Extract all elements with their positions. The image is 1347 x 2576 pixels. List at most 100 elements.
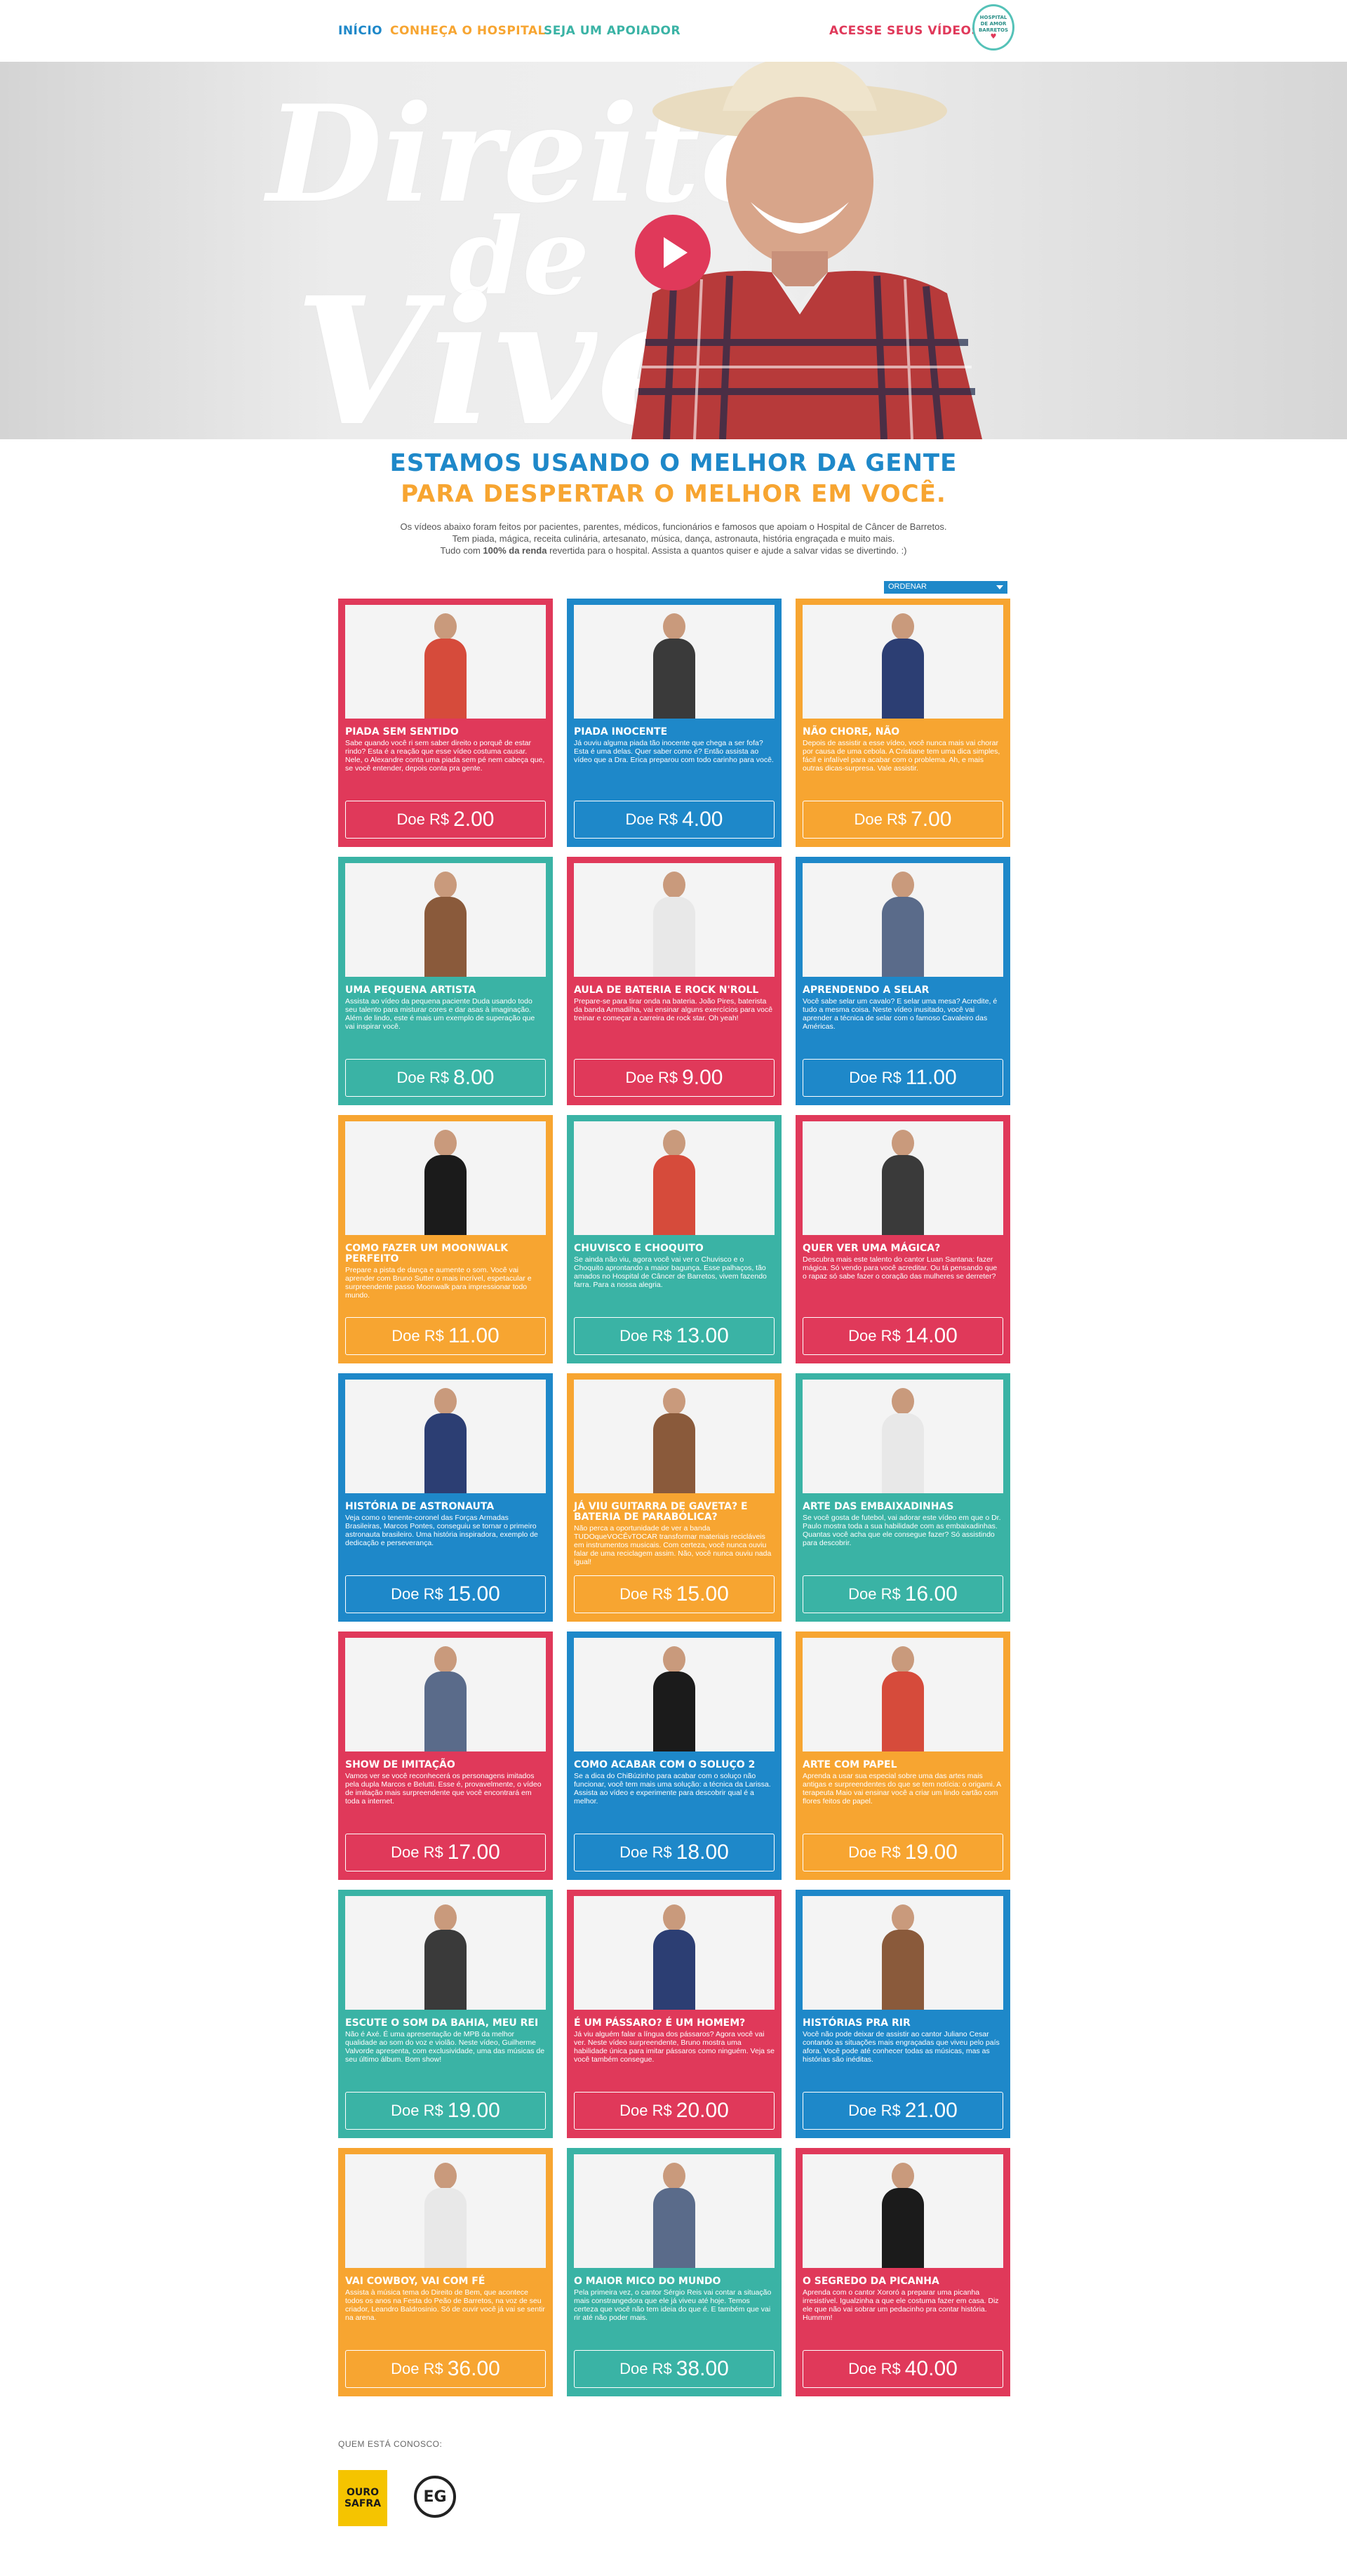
sort-dropdown[interactable]: ORDENAR — [884, 581, 1007, 594]
video-card[interactable]: QUER VER UMA MÁGICA? Descubra mais este t… — [796, 1115, 1010, 1363]
video-thumbnail[interactable] — [574, 1638, 775, 1751]
video-card-description: Aprenda com o cantor Xororó a preparar u… — [803, 2288, 999, 2322]
sort-dropdown-label: ORDENAR — [888, 582, 927, 591]
donate-button[interactable]: Doe R$ 16.00 — [803, 1575, 1003, 1613]
donate-button[interactable]: Doe R$ 38.00 — [574, 2350, 775, 2388]
video-thumbnail[interactable] — [803, 1380, 1003, 1493]
donate-button[interactable]: Doe R$ 15.00 — [574, 1575, 775, 1613]
donate-prefix: Doe R$ — [848, 2360, 901, 2377]
nav-videos-link[interactable]: ACESSE SEUS VÍDEOS — [829, 24, 980, 38]
video-thumbnail[interactable] — [574, 1380, 775, 1493]
video-card[interactable]: COMO FAZER UM MOONWALK PERFEITO Prepare a… — [338, 1115, 553, 1363]
video-card[interactable]: ARTE COM PAPEL Aprenda a usar sua especia… — [796, 1631, 1010, 1880]
video-thumbnail[interactable] — [803, 1121, 1003, 1235]
video-thumbnail[interactable] — [345, 2154, 546, 2268]
video-card[interactable]: O SEGREDO DA PICANHA Aprenda com o cantor… — [796, 2148, 1010, 2396]
donate-amount: 11.00 — [448, 1324, 500, 1347]
video-thumbnail[interactable] — [345, 1380, 546, 1493]
video-thumbnail[interactable] — [345, 1896, 546, 2010]
donate-button[interactable]: Doe R$ 11.00 — [345, 1317, 546, 1355]
donate-button[interactable]: Doe R$ 13.00 — [574, 1317, 775, 1355]
donate-button[interactable]: Doe R$ 40.00 — [803, 2350, 1003, 2388]
sponsor-ouro-safra-logo[interactable]: OURO SAFRA — [338, 2470, 387, 2526]
donate-prefix: Doe R$ — [619, 2360, 672, 2377]
video-thumbnail[interactable] — [345, 1121, 546, 1235]
video-thumbnail[interactable] — [803, 605, 1003, 719]
video-card[interactable]: COMO ACABAR COM O SOLUÇO 2 Se a dica do C… — [567, 1631, 782, 1880]
video-card[interactable]: O MAIOR MICO DO MUNDO Pela primeira vez, … — [567, 2148, 782, 2396]
video-thumbnail[interactable] — [574, 1121, 775, 1235]
donate-button[interactable]: Doe R$ 36.00 — [345, 2350, 546, 2388]
donate-button[interactable]: Doe R$ 4.00 — [574, 801, 775, 839]
video-card[interactable]: NÃO CHORE, NÃO Depois de assistir a esse … — [796, 599, 1010, 847]
donate-button[interactable]: Doe R$ 11.00 — [803, 1059, 1003, 1097]
donate-button[interactable]: Doe R$ 14.00 — [803, 1317, 1003, 1355]
hero-banner: Direito de Viver — [0, 62, 1347, 439]
donate-prefix: Doe R$ — [619, 1843, 672, 1861]
video-thumbnail[interactable] — [574, 2154, 775, 2268]
video-thumbnail[interactable] — [803, 1896, 1003, 2010]
intro-paragraph-1: Os vídeos abaixo foram feitos por pacien… — [400, 521, 947, 532]
donate-prefix: Doe R$ — [396, 1069, 450, 1086]
play-video-button[interactable] — [635, 215, 711, 291]
video-thumbnail[interactable] — [803, 1638, 1003, 1751]
sponsor1-text-b: SAFRA — [344, 2498, 382, 2509]
video-card[interactable]: PIADA INOCENTE Já ouviu alguma piada tão … — [567, 599, 782, 847]
donate-button[interactable]: Doe R$ 18.00 — [574, 1834, 775, 1871]
donate-button[interactable]: Doe R$ 9.00 — [574, 1059, 775, 1097]
donate-button[interactable]: Doe R$ 19.00 — [345, 2092, 546, 2130]
donate-prefix: Doe R$ — [391, 1585, 443, 1603]
video-card[interactable]: HISTÓRIA DE ASTRONAUTA Veja como o tenent… — [338, 1373, 553, 1622]
video-thumbnail[interactable] — [803, 863, 1003, 977]
donate-button[interactable]: Doe R$ 19.00 — [803, 1834, 1003, 1871]
donate-amount: 7.00 — [911, 808, 952, 831]
video-thumbnail[interactable] — [574, 863, 775, 977]
video-card[interactable]: SHOW DE IMITAÇÃO Vamos ver se você reconh… — [338, 1631, 553, 1880]
video-card-description: Aprenda a usar sua especial sobre uma da… — [803, 1772, 1001, 1806]
donate-button[interactable]: Doe R$ 21.00 — [803, 2092, 1003, 2130]
video-thumbnail[interactable] — [345, 1638, 546, 1751]
video-thumbnail[interactable] — [345, 863, 546, 977]
video-card[interactable]: JÁ VIU GUITARRA DE GAVETA? E BATERIA DE … — [567, 1373, 782, 1622]
video-thumbnail[interactable] — [574, 1896, 775, 2010]
person-figure — [424, 1130, 467, 1235]
video-card[interactable]: CHUVISCO E CHOQUITO Se ainda não viu, ago… — [567, 1115, 782, 1363]
person-figure — [882, 872, 924, 977]
video-thumbnail[interactable] — [574, 605, 775, 719]
video-card[interactable]: ARTE DAS EMBAIXADINHAS Se você gosta de f… — [796, 1373, 1010, 1622]
video-card-title: CHUVISCO E CHOQUITO — [574, 1243, 704, 1254]
person-figure — [882, 2163, 924, 2268]
top-nav: INÍCIO CONHEÇA O HOSPITAL SEJA UM APOIAD… — [0, 0, 1347, 62]
donate-button[interactable]: Doe R$ 8.00 — [345, 1059, 546, 1097]
donate-button[interactable]: Doe R$ 20.00 — [574, 2092, 775, 2130]
donate-amount: 13.00 — [676, 1324, 729, 1347]
donate-button[interactable]: Doe R$ 7.00 — [803, 801, 1003, 839]
video-card[interactable]: VAI COWBOY, VAI COM FÉ Assista à música t… — [338, 2148, 553, 2396]
video-thumbnail[interactable] — [345, 605, 546, 719]
video-card[interactable]: PIADA SEM SENTIDO Sabe quando você ri sem… — [338, 599, 553, 847]
donate-button[interactable]: Doe R$ 15.00 — [345, 1575, 546, 1613]
donate-amount: 14.00 — [904, 1324, 958, 1347]
nav-inicio-link[interactable]: INÍCIO — [338, 24, 382, 38]
video-card[interactable]: HISTÓRIAS PRA RIR Você não pode deixar de… — [796, 1890, 1010, 2138]
donate-prefix: Doe R$ — [391, 2360, 443, 2377]
intro-paragraph-2: Tem piada, mágica, receita culinária, ar… — [452, 533, 895, 544]
video-card-title: ESCUTE O SOM DA BAHIA, MEU REI — [345, 2017, 539, 2029]
hospital-logo[interactable]: HOSPITAL DE AMOR BARRETOS ♥ — [972, 4, 1014, 51]
video-card-title: ARTE DAS EMBAIXADINHAS — [803, 1501, 954, 1512]
video-card[interactable]: UMA PEQUENA ARTISTA Assista ao vídeo da p… — [338, 857, 553, 1105]
donate-button[interactable]: Doe R$ 17.00 — [345, 1834, 546, 1871]
nav-hospital-link[interactable]: CONHEÇA O HOSPITAL — [390, 24, 546, 38]
video-card[interactable]: AULA DE BATERIA E ROCK N'ROLL Prepare-se … — [567, 857, 782, 1105]
donate-prefix: Doe R$ — [848, 1585, 901, 1603]
video-card[interactable]: APRENDENDO A SELAR Você sabe selar um cav… — [796, 857, 1010, 1105]
donate-prefix: Doe R$ — [848, 1327, 901, 1344]
nav-apoiador-link[interactable]: SEJA UM APOIADOR — [544, 24, 681, 38]
donate-button[interactable]: Doe R$ 2.00 — [345, 801, 546, 839]
play-icon — [664, 237, 688, 268]
sponsor-eg-logo[interactable]: EG — [414, 2476, 456, 2518]
video-thumbnail[interactable] — [803, 2154, 1003, 2268]
video-card-description: Prepare-se para tirar onda na bateria. J… — [574, 997, 773, 1022]
video-card[interactable]: ESCUTE O SOM DA BAHIA, MEU REI Não é Axé.… — [338, 1890, 553, 2138]
video-card[interactable]: É UM PÁSSARO? É UM HOMEM? Já viu alguém f… — [567, 1890, 782, 2138]
